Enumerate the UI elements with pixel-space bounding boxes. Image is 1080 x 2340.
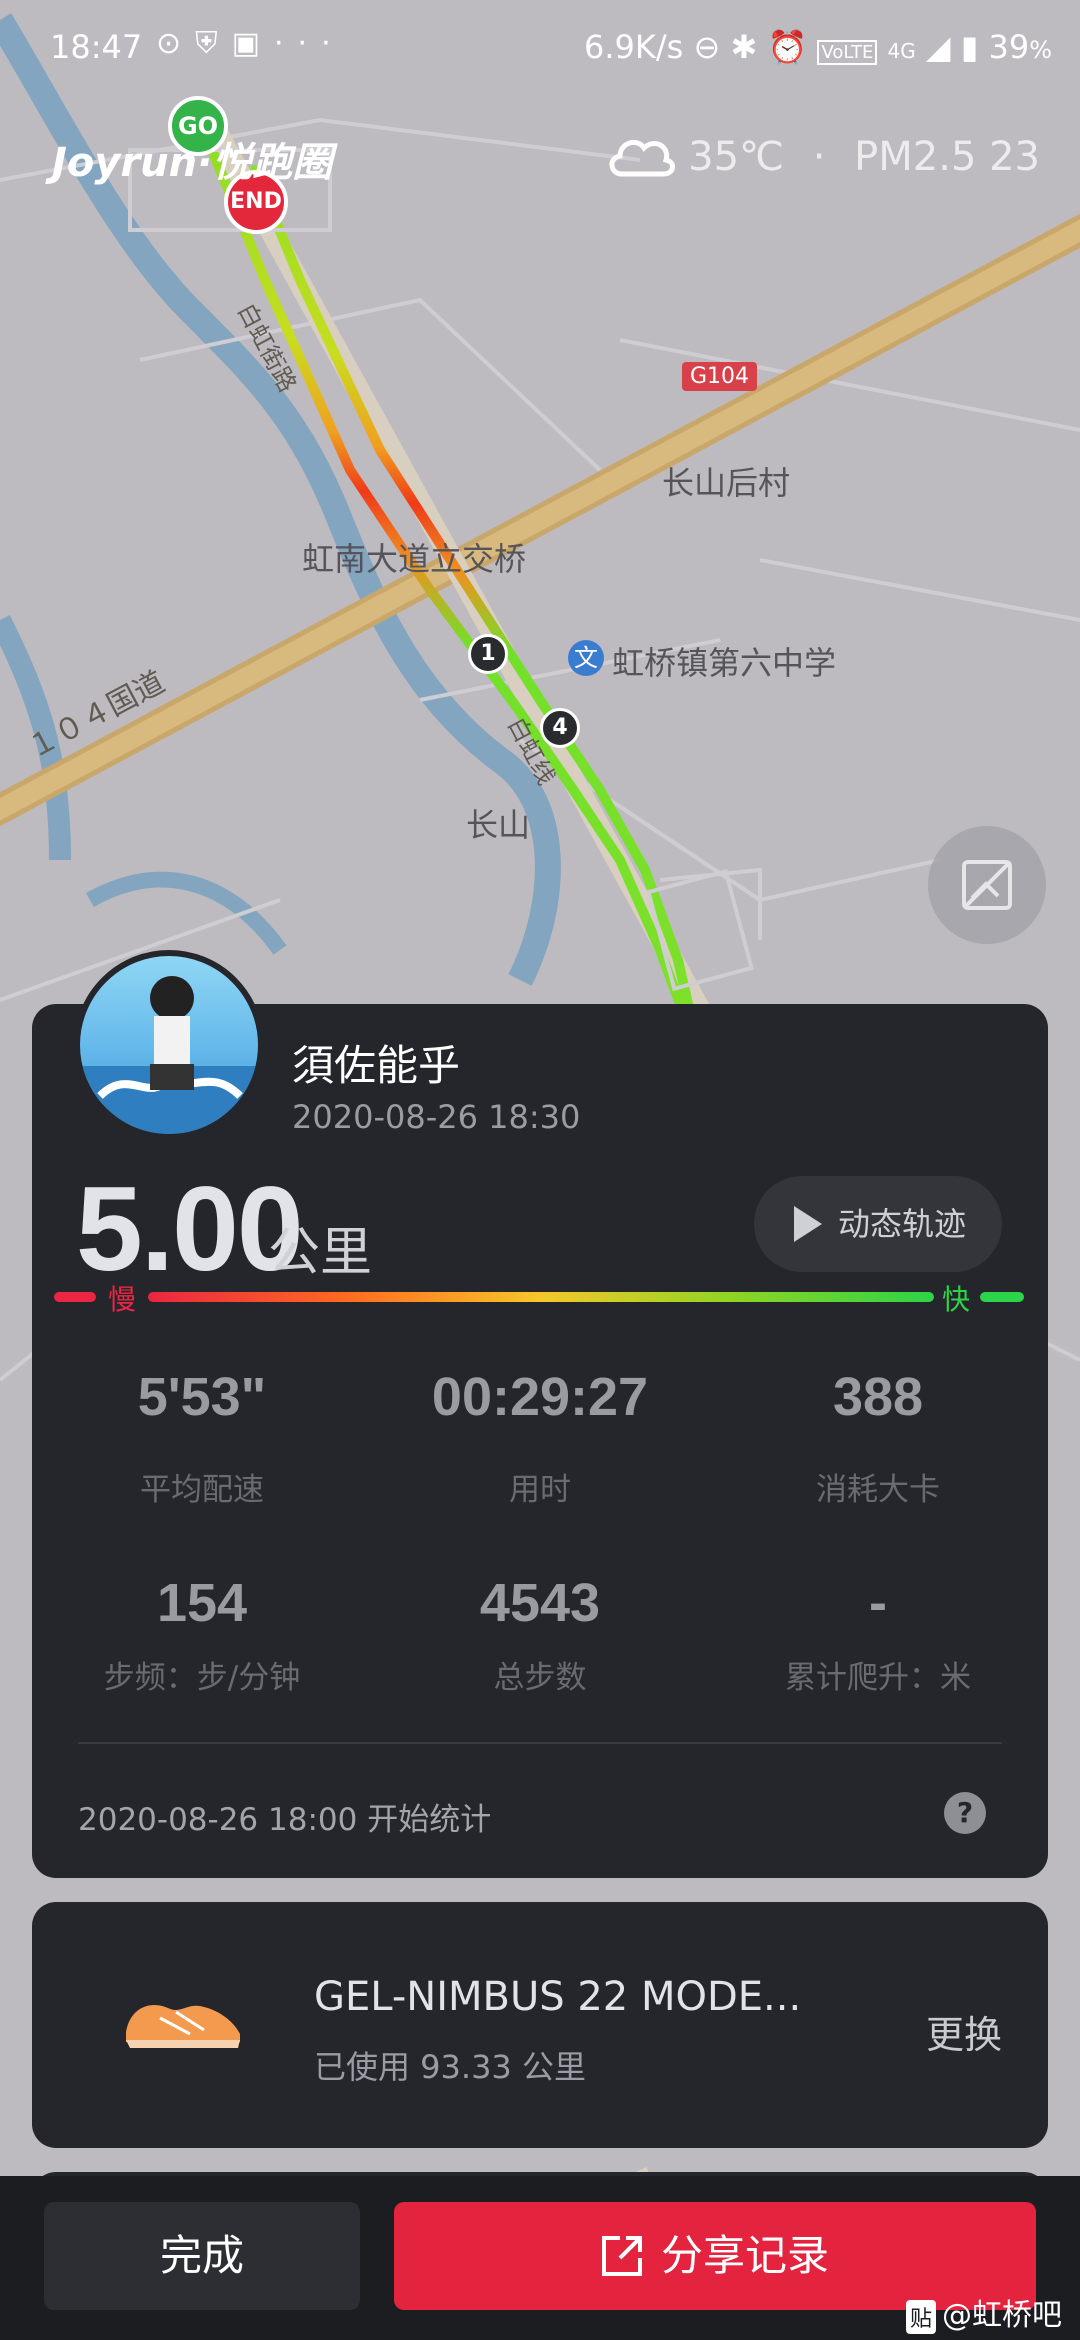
total-steps-label: 总步数 [493,1660,587,1696]
network-speed: 6.9K/s [583,28,684,66]
status-time: 18:47 [50,28,143,66]
km-marker: 4 [540,708,580,748]
weather-separator: · [812,134,826,180]
shoe-usage: 已使用 93.33 公里 [314,2048,586,2086]
watermark-text: @虹桥吧 [942,2298,1063,2333]
duration-value: 00:29:27 [431,1367,649,1427]
alarm-icon: ⏰ [767,28,808,66]
weather-info: 35℃ · PM2.5 23 [688,134,1040,180]
message-icon: ▣ [231,26,274,61]
avg-pace-label: 平均配速 [140,1472,264,1508]
help-icon[interactable]: ? [944,1792,986,1834]
map-layer-button[interactable] [928,826,1046,944]
g104-badge: G104 [682,362,758,391]
air-quality: PM2.5 23 [854,134,1040,180]
map-label-interchange: 虹南大道立交桥 [302,540,527,578]
bluetooth-icon: ✱ [730,28,758,66]
map-label-school: 虹桥镇第六中学 [612,644,837,682]
cloud-icon [609,139,675,177]
battery-level: 39 [988,28,1030,66]
cadence-label: 步频：步/分钟 [103,1660,301,1696]
tieba-logo: 贴 [906,2299,937,2334]
play-icon [794,1206,822,1242]
map-label-village: 长山后村 [662,464,791,502]
slow-label: 慢 [108,1283,137,1316]
battery-unit: % [1029,36,1052,64]
shield-icon: ⛨ [195,26,232,61]
temperature: 35℃ [688,134,784,180]
calories-label: 消耗大卡 [816,1472,940,1508]
km-marker: 1 [468,634,508,674]
brand-logo: Joyrun·悦跑圈 [52,140,333,186]
slow-bar-segment [54,1292,96,1302]
start-stat-info: 2020-08-26 18:00 开始统计 [78,1802,492,1838]
avatar[interactable] [74,950,264,1140]
dnd-icon: ⊖ [693,28,721,66]
volte-icon: VoLTE [817,40,878,65]
swap-shoe-button[interactable]: 更换 [926,2004,1002,2059]
cadence-value: 154 [156,1573,248,1633]
username: 須佐能乎 [292,1041,461,1090]
elevation-value: - [869,1573,887,1633]
duration-label: 用时 [509,1472,571,1508]
sync-icon: ⊙ [156,26,196,61]
divider [78,1742,1002,1744]
dynamic-track-label: 动态轨迹 [838,1205,967,1243]
avatar-image [80,976,258,1134]
distance-unit: 公里 [268,1223,373,1283]
school-icon: 文 [568,640,604,676]
shoe-icon [126,2005,240,2048]
share-record-label: 分享记录 [660,2231,829,2280]
image-toggle-icon [962,860,1012,910]
more-icon: ··· [274,26,345,61]
pace-gradient-bar [148,1292,934,1302]
avg-pace-value: 5'53" [137,1367,267,1427]
network-type: 4G [887,39,916,63]
done-button[interactable]: 完成 [44,2202,360,2310]
dynamic-track-button[interactable]: 动态轨迹 [754,1176,1002,1272]
total-steps-value: 4543 [479,1573,601,1633]
run-datetime: 2020-08-26 18:30 [292,1098,581,1136]
elevation-label: 累计爬升：米 [785,1660,971,1696]
fast-label: 快 [942,1283,971,1316]
status-bar: 18:47 ⊙⛨▣··· 6.9K/s ⊖ ✱ ⏰ VoLTE 4G ◢ ▮ 3… [0,0,1080,96]
calories-value: 388 [832,1367,924,1427]
signal-icon: ◢ [925,28,951,66]
map-label-changshan: 长山 [466,806,531,844]
watermark: 贴 @虹桥吧 [906,2290,1062,2334]
shoe-name: GEL-NIMBUS 22 MODE... [314,1974,802,2020]
share-icon [602,2236,642,2276]
battery-icon: ▮ [960,28,979,66]
fast-bar-segment [980,1292,1024,1302]
